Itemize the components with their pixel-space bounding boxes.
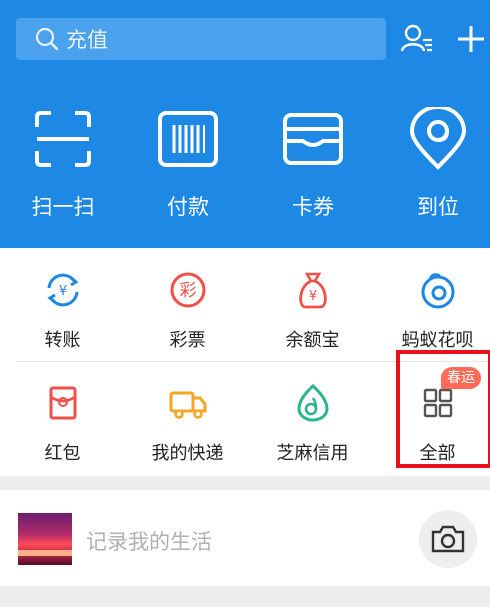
contacts-icon[interactable] <box>398 20 436 58</box>
service-label: 转账 <box>44 330 81 351</box>
service-label: 余额宝 <box>285 330 340 351</box>
service-yuebao[interactable]: ¥ 余额宝 <box>250 270 375 370</box>
search-placeholder: 充值 <box>66 28 108 52</box>
lottery-icon: 彩 <box>170 272 205 308</box>
section-gap <box>0 476 490 490</box>
service-label: 我的快递 <box>151 443 224 464</box>
sunset-horizon <box>18 550 72 556</box>
sunset-thumbnail <box>18 513 72 565</box>
transfer-icon: ¥ <box>46 273 79 307</box>
camera-icon <box>431 525 465 553</box>
service-delivery[interactable]: 我的快递 <box>125 383 250 483</box>
red-envelope-icon <box>49 386 76 420</box>
quick-action-label: 卡券 <box>292 195 334 219</box>
highlight-box <box>396 350 490 468</box>
service-sesame-credit[interactable]: 芝麻信用 <box>250 383 375 483</box>
delivery-truck-icon <box>169 391 206 419</box>
quick-action-cards[interactable]: 卡券 <box>258 107 368 227</box>
sesame-credit-icon <box>296 383 329 422</box>
svg-text:¥: ¥ <box>308 289 316 304</box>
quick-action-label: 扫一扫 <box>31 195 95 219</box>
search-input[interactable]: 充值 <box>16 18 386 60</box>
location-pin-icon <box>409 107 467 170</box>
service-label: 红包 <box>44 443 81 464</box>
quick-action-pay[interactable]: 付款 <box>133 107 243 227</box>
quick-action-label: 付款 <box>167 195 209 219</box>
svg-text:¥: ¥ <box>58 284 66 299</box>
service-transfer[interactable]: ¥ 转账 <box>0 270 125 370</box>
camera-button[interactable] <box>419 510 477 568</box>
service-label: 芝麻信用 <box>276 443 349 464</box>
life-record-bar[interactable]: 记录我的生活 <box>0 490 490 586</box>
search-icon <box>35 27 59 51</box>
barcode-icon <box>158 111 218 167</box>
quick-action-label: 到位 <box>417 195 459 219</box>
wallet-icon <box>283 113 343 165</box>
money-bag-icon: ¥ <box>298 272 327 309</box>
service-lottery[interactable]: 彩 彩票 <box>125 270 250 370</box>
service-label: 蚂蚁花呗 <box>401 330 474 351</box>
header-bar: 充值 扫一扫 付款 卡券 到位 <box>0 0 490 248</box>
add-icon[interactable] <box>452 20 490 58</box>
section-gap <box>0 586 490 607</box>
quick-action-arrive[interactable]: 到位 <box>383 107 490 227</box>
scan-icon <box>35 111 91 167</box>
quick-action-scan[interactable]: 扫一扫 <box>8 107 118 227</box>
svg-text:彩: 彩 <box>179 281 196 301</box>
huabei-icon <box>421 273 454 309</box>
service-label: 彩票 <box>169 330 206 351</box>
service-red-envelope[interactable]: 红包 <box>0 383 125 483</box>
life-record-placeholder: 记录我的生活 <box>86 530 212 554</box>
